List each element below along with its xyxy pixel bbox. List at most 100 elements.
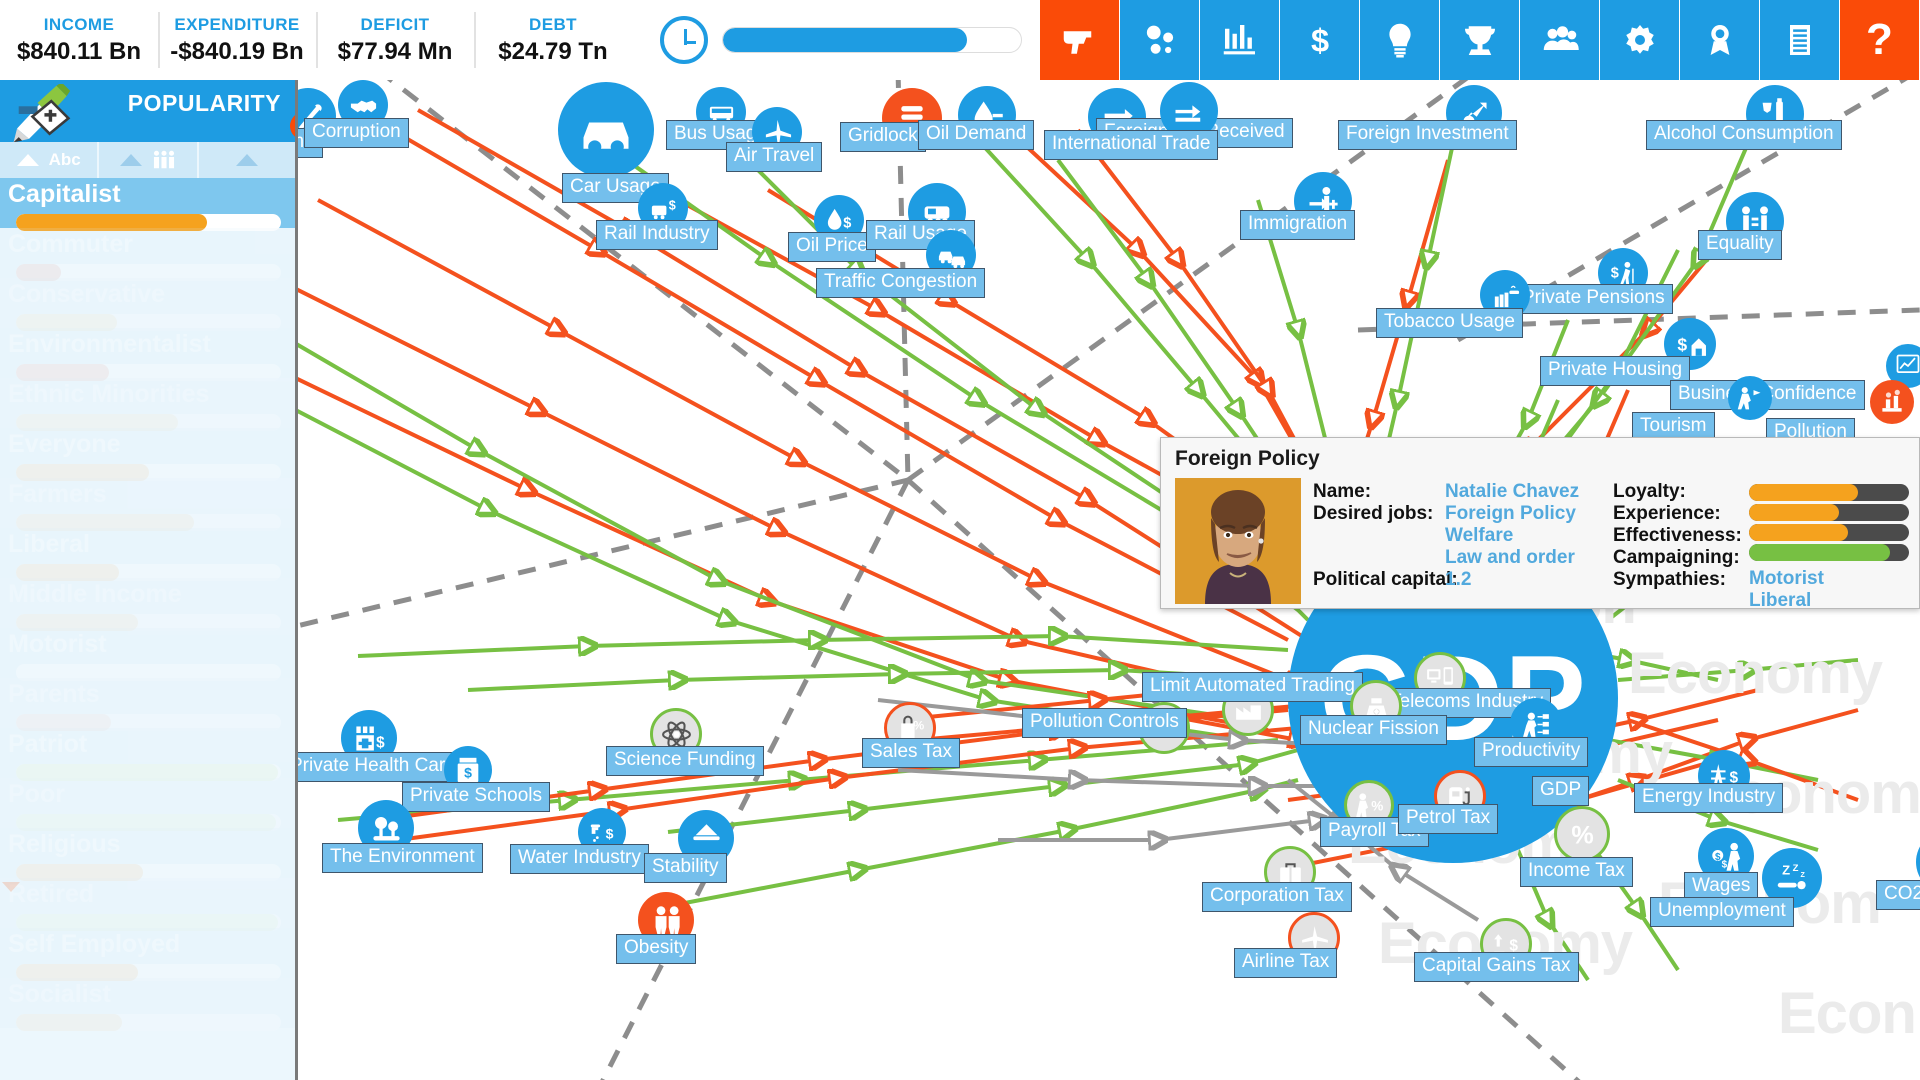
tool-terrorism[interactable] (1040, 0, 1120, 80)
node-label[interactable]: Nuclear Fission (1300, 715, 1447, 745)
voter-group-row[interactable]: Patriot (0, 728, 295, 781)
percent-icon[interactable]: % (1554, 806, 1610, 862)
voter-group-name: Environmentalist (8, 330, 211, 358)
tool-finances[interactable]: $ (1280, 0, 1360, 80)
node-label[interactable]: The Environment (322, 843, 483, 873)
voter-group-row[interactable]: Everyone (0, 428, 295, 481)
node-label[interactable]: Traffic Congestion (816, 268, 986, 298)
voter-group-row[interactable]: Liberal (0, 528, 295, 581)
popularity-slider-knob[interactable] (290, 112, 295, 140)
node-label[interactable]: International Trade (1044, 130, 1219, 160)
node-label[interactable]: Private Schools (402, 782, 551, 812)
voter-group-row[interactable]: Self Employed (0, 928, 295, 981)
node-label[interactable]: Gridlock (840, 122, 926, 152)
voter-group-row[interactable]: Commuter (0, 228, 295, 281)
node-label[interactable]: Foreign Investment (1338, 120, 1517, 150)
sort-bar: Abc (0, 142, 295, 178)
node-label[interactable]: Obesity (616, 934, 697, 964)
stat-label: DEBT (529, 14, 577, 34)
node-label[interactable]: Airline Tax (1234, 948, 1338, 978)
node-label[interactable]: Air Travel (726, 142, 823, 172)
tool-awards[interactable] (1680, 0, 1760, 80)
svg-text:$: $ (1610, 265, 1618, 281)
question-mark-icon: ? (1866, 15, 1893, 64)
stat-label: EXPENDITURE (174, 14, 300, 34)
voter-group-row[interactable]: Motorist (0, 628, 295, 681)
voter-group-name: Ethnic Minorities (8, 380, 210, 408)
svg-text:%: % (1371, 798, 1383, 813)
voter-group-row[interactable]: Environmentalist (0, 328, 295, 381)
tool-situations[interactable] (1120, 0, 1200, 80)
advisor-left-values: Natalie Chavez Foreign Policy Welfare La… (1445, 481, 1580, 590)
sort-by-size[interactable] (99, 142, 199, 178)
tool-policies[interactable] (1360, 0, 1440, 80)
node-label[interactable]: Income Tax (1520, 857, 1633, 887)
tool-voters[interactable] (1520, 0, 1600, 80)
tool-reports[interactable] (1760, 0, 1840, 80)
voter-group-row[interactable]: Ethnic Minorities (0, 378, 295, 431)
node-label[interactable]: Private Housing (1540, 356, 1691, 386)
voter-group-row[interactable]: Parents (0, 678, 295, 731)
node-label[interactable]: Capital Gains Tax (1414, 952, 1579, 982)
gear-icon (1625, 25, 1654, 54)
pollution-icon[interactable] (1870, 380, 1914, 424)
node-label[interactable]: Petrol Tax (1398, 804, 1499, 834)
voter-group-row[interactable]: Capitalist (0, 178, 295, 231)
stat-value: -$840.19 Bn (170, 37, 304, 65)
tool-help[interactable]: ? (1840, 0, 1920, 80)
trophy-icon (1464, 26, 1495, 55)
sort-by-popularity[interactable] (199, 142, 295, 178)
node-label[interactable]: Equality (1698, 230, 1782, 260)
voter-group-row[interactable]: Socialist (0, 978, 295, 1031)
voter-group-row[interactable]: Poor (0, 778, 295, 831)
node-label[interactable]: Private Health Care (298, 752, 464, 782)
voter-group-list[interactable]: Capitalist Commuter Conservative Environmen… (0, 178, 295, 1080)
watermark: Econ (1778, 981, 1917, 1046)
stat-label: DEFICIT (360, 14, 430, 34)
node-label[interactable]: Oil Price (788, 232, 876, 262)
tool-achievements[interactable] (1440, 0, 1520, 80)
voter-group-row[interactable]: Conservative (0, 278, 295, 331)
node-label[interactable]: Alcohol Consumption (1646, 120, 1842, 150)
stat-value: $24.79 Tn (498, 37, 608, 65)
voter-group-name: Conservative (8, 280, 166, 308)
turn-progress-bar[interactable] (722, 27, 1022, 53)
advisor-left-keys: Name: Desired jobs: Political capital: (1313, 481, 1458, 590)
watermark: Economy (1628, 641, 1883, 706)
tourism-icon[interactable] (1728, 376, 1772, 420)
advisor-tooltip: Foreign Policy Name: Desired jobs: Polit… (1160, 437, 1920, 611)
node-label[interactable]: Rail Industry (596, 220, 718, 250)
node-label[interactable]: Immigration (1240, 210, 1356, 240)
sort-by-name-label: Abc (48, 150, 81, 169)
turn-timer[interactable] (632, 0, 1040, 80)
voter-group-name: Commuter (8, 230, 134, 258)
node-label[interactable]: Science Funding (606, 746, 764, 776)
node-label[interactable]: Energy Industry (1634, 783, 1784, 813)
lightbulb-icon (1388, 23, 1411, 58)
node-label[interactable]: Corruption (304, 118, 409, 148)
tool-statistics[interactable] (1200, 0, 1280, 80)
node-label[interactable]: Pollution Controls (1022, 708, 1187, 738)
voter-group-row[interactable]: Retired (0, 878, 295, 931)
voter-group-row[interactable]: Middle Income (0, 578, 295, 631)
node-label[interactable]: Sales Tax (862, 738, 961, 768)
node-label[interactable]: Oil Demand (918, 120, 1035, 150)
node-label[interactable]: GDP (1532, 776, 1590, 806)
voter-group-name: Motorist (8, 630, 107, 658)
svg-text:$: $ (668, 198, 675, 212)
node-label[interactable]: Limit Automated Trading (1142, 672, 1363, 702)
node-label[interactable]: Unemployment (1650, 897, 1794, 927)
voter-group-row[interactable]: Farmers (0, 478, 295, 531)
node-label[interactable]: Productivity (1474, 737, 1589, 767)
node-label[interactable]: CO2 Emissions (1876, 880, 1920, 910)
voter-group-row[interactable]: Religious (0, 828, 295, 881)
node-label[interactable]: Tobacco Usage (1376, 308, 1523, 338)
node-label[interactable]: Private Pensions (1514, 284, 1673, 314)
node-label[interactable]: Corporation Tax (1202, 882, 1352, 912)
node-label[interactable]: Stability (644, 853, 727, 883)
clock-icon (660, 16, 708, 64)
sort-by-name[interactable]: Abc (0, 142, 100, 178)
car-icon[interactable] (558, 82, 654, 178)
node-label[interactable]: Water Industry (510, 844, 649, 874)
tool-settings[interactable] (1600, 0, 1680, 80)
